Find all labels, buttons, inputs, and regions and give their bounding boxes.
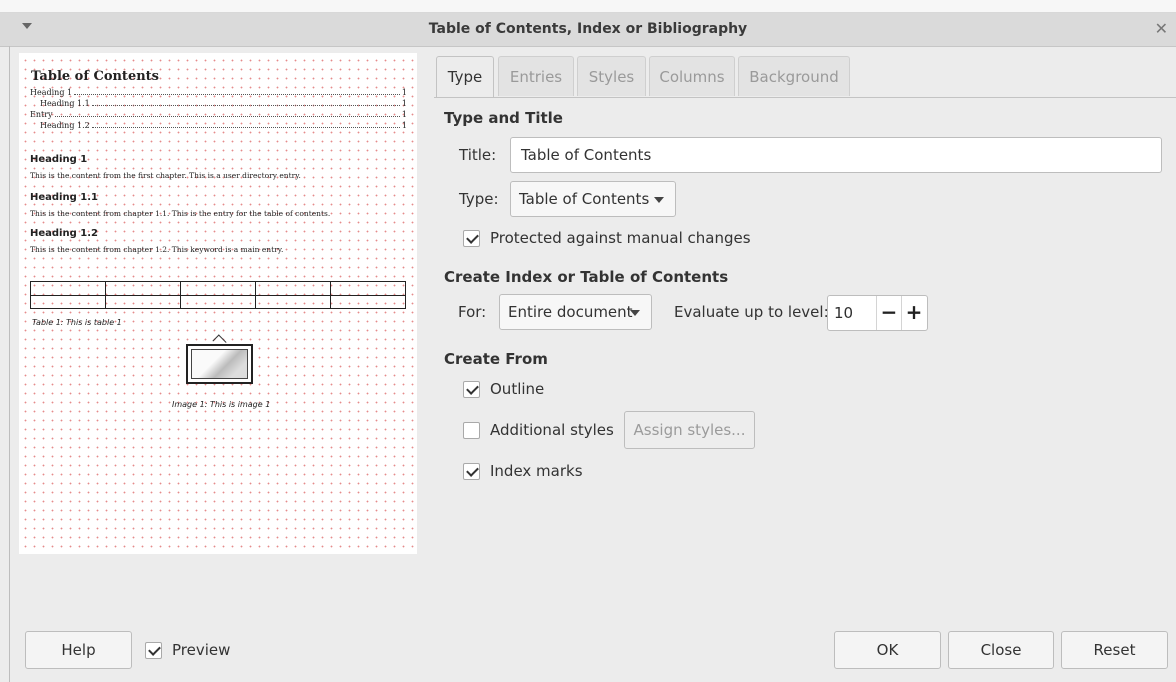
- window-title: Table of Contents, Index or Bibliography: [428, 21, 748, 37]
- document-preview: Table of Contents Heading 11 Heading 1.1…: [19, 53, 417, 554]
- preview-table-caption: Table 1: This is table 1: [32, 318, 122, 327]
- title-bar: Table of Contents, Index or Bibliography…: [0, 13, 1176, 47]
- outline-label: Outline: [490, 380, 545, 398]
- section-type-and-title: Type and Title: [444, 109, 563, 127]
- preview-heading: Heading 1.1: [30, 192, 98, 203]
- section-create-from: Create From: [444, 350, 548, 368]
- preview-label: Preview: [172, 641, 231, 659]
- index-marks-checkbox[interactable]: [463, 462, 480, 480]
- preview-toc-entry: Entry 1: [30, 110, 407, 119]
- preview-checkbox-row[interactable]: Preview: [145, 641, 230, 659]
- preview-image-caption: Image 1: This is image 1: [172, 400, 271, 409]
- close-icon[interactable]: ✕: [1155, 19, 1168, 38]
- for-label: For:: [458, 303, 487, 321]
- preview-toc-entry: Heading 11: [30, 88, 407, 97]
- section-create-index: Create Index or Table of Contents: [444, 268, 729, 286]
- preview-checkbox[interactable]: [145, 641, 162, 659]
- tab-panel-border: [434, 97, 1176, 98]
- preview-toc-entry: Heading 1.2 1: [40, 121, 407, 130]
- title-input[interactable]: Table of Contents: [510, 137, 1162, 173]
- level-value[interactable]: 10: [834, 296, 853, 330]
- protected-checkbox-row[interactable]: Protected against manual changes: [463, 229, 751, 247]
- ok-button[interactable]: OK: [834, 631, 941, 669]
- title-label: Title:: [459, 146, 497, 164]
- for-dropdown[interactable]: Entire document: [499, 294, 652, 330]
- index-marks-checkbox-row[interactable]: Index marks: [463, 462, 583, 480]
- preview-table: [30, 281, 406, 309]
- chevron-down-icon: [630, 310, 640, 316]
- type-dropdown-value: Table of Contents: [519, 190, 650, 208]
- tab-background[interactable]: Background: [738, 56, 850, 96]
- level-spinbox: 10 − +: [827, 295, 928, 331]
- additional-styles-checkbox-row[interactable]: Additional styles: [463, 421, 614, 439]
- additional-styles-checkbox[interactable]: [463, 421, 480, 439]
- plus-icon[interactable]: +: [901, 296, 926, 330]
- minus-icon[interactable]: −: [876, 296, 901, 330]
- preview-paragraph: This is the content from chapter 1.1. Th…: [30, 209, 331, 218]
- for-dropdown-value: Entire document: [508, 303, 633, 321]
- preview-heading: Heading 1.2: [30, 228, 98, 239]
- tab-columns[interactable]: Columns: [649, 56, 735, 96]
- tab-type[interactable]: Type: [436, 56, 494, 98]
- type-dropdown[interactable]: Table of Contents: [510, 181, 676, 217]
- background-window-strip: [0, 0, 1176, 13]
- preview-image: [186, 334, 253, 384]
- tab-entries[interactable]: Entries: [498, 56, 574, 96]
- assign-styles-button[interactable]: Assign styles...: [624, 411, 755, 449]
- preview-toc-entry: Heading 1.1 1: [40, 99, 407, 108]
- help-button[interactable]: Help: [25, 631, 132, 669]
- preview-paragraph: This is the content from the first chapt…: [30, 171, 301, 180]
- tab-styles[interactable]: Styles: [577, 56, 646, 96]
- chevron-down-icon: [654, 197, 664, 203]
- close-button[interactable]: Close: [948, 631, 1054, 669]
- reset-button[interactable]: Reset: [1061, 631, 1168, 669]
- index-marks-label: Index marks: [490, 462, 583, 480]
- preview-heading: Heading 1: [30, 154, 88, 165]
- evaluate-level-label: Evaluate up to level:: [674, 303, 829, 321]
- protected-label: Protected against manual changes: [490, 229, 751, 247]
- preview-paragraph: This is the content from chapter 1.2. Th…: [30, 245, 284, 254]
- protected-checkbox[interactable]: [463, 229, 480, 247]
- type-label: Type:: [459, 190, 499, 208]
- preview-toc-title: Table of Contents: [31, 69, 159, 84]
- additional-styles-label: Additional styles: [490, 421, 614, 439]
- outline-checkbox-row[interactable]: Outline: [463, 380, 544, 398]
- outline-checkbox[interactable]: [463, 380, 480, 398]
